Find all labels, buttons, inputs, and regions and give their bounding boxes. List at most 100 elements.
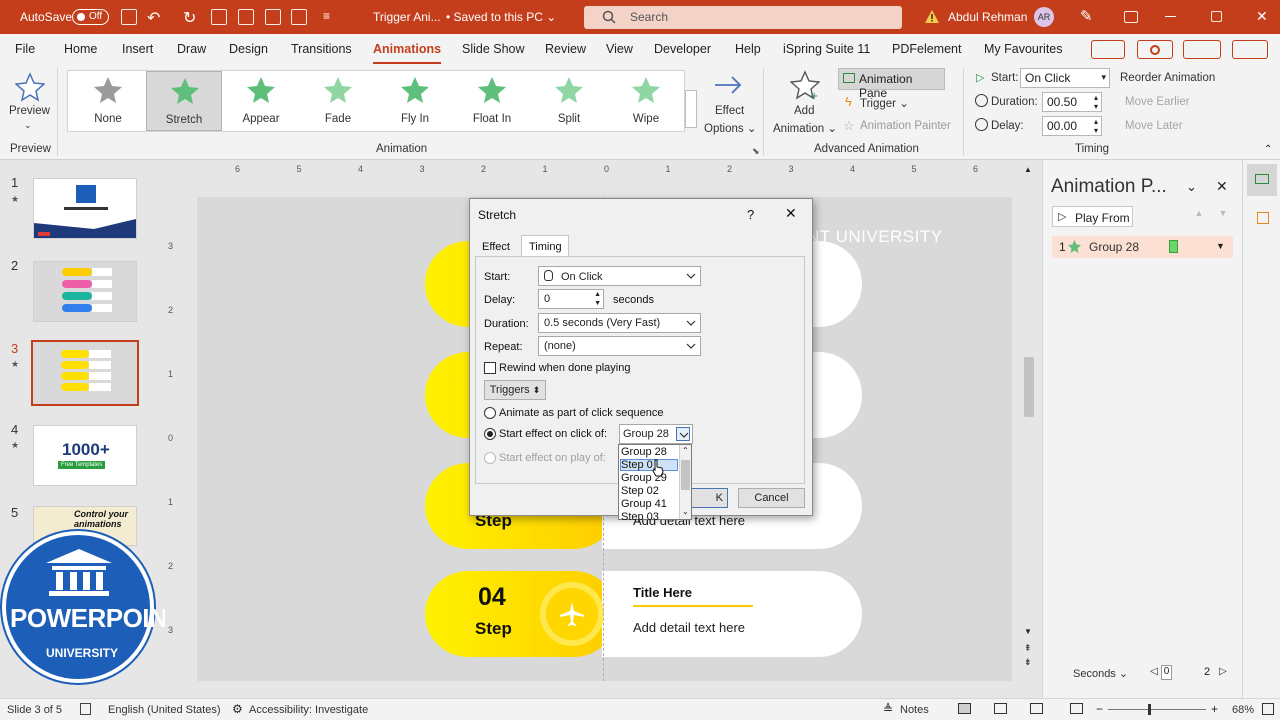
start-dropdown[interactable]: On Click xyxy=(538,266,701,286)
gallery-item-appear[interactable]: Appear xyxy=(223,71,299,131)
delay-spinner[interactable]: 00.00 ▴ ▾ xyxy=(1042,116,1102,136)
zoom-in-icon[interactable]: + xyxy=(1211,702,1218,716)
delay-spinner[interactable]: 0 ▲ ▼ xyxy=(538,289,604,309)
tab-pdfelement[interactable]: PDFelement xyxy=(892,42,961,56)
notes-button[interactable]: Notes xyxy=(900,704,929,716)
start-dropdown[interactable]: On Click ▾ xyxy=(1020,68,1110,88)
ribbon-display-icon[interactable] xyxy=(1124,11,1138,23)
tab-review[interactable]: Review xyxy=(545,42,586,56)
preview-star-icon[interactable] xyxy=(15,72,45,102)
redo-icon[interactable]: ↻ xyxy=(183,8,196,28)
gallery-item-wipe[interactable]: Wipe xyxy=(608,71,684,131)
language-status[interactable]: English (United States) xyxy=(108,704,221,716)
list-item[interactable]: Step 03 xyxy=(621,511,659,523)
strip-animation-button[interactable] xyxy=(1247,164,1277,196)
duration-spinner[interactable]: 00.50 ▴ ▾ xyxy=(1042,92,1102,112)
scroll-down-icon[interactable]: ▼ xyxy=(1024,627,1032,636)
zoom-level[interactable]: 68% xyxy=(1232,704,1254,716)
list-item-selected[interactable]: Step 0 xyxy=(621,459,653,471)
spell-check-icon[interactable] xyxy=(80,703,91,715)
move-down-icon[interactable]: ▼ xyxy=(1213,208,1233,226)
close-icon[interactable]: ✕ xyxy=(1256,8,1268,25)
slide-thumbnail-1[interactable] xyxy=(33,178,137,239)
scroll-up-icon[interactable]: ▲ xyxy=(1024,165,1032,174)
scroll-down-icon[interactable]: ⌄ xyxy=(682,507,689,516)
slide-thumbnail-3[interactable] xyxy=(31,340,139,406)
tab-my-favourites[interactable]: My Favourites xyxy=(984,42,1063,56)
list-item[interactable]: Group 41 xyxy=(621,498,667,510)
list-item[interactable]: Step 02 xyxy=(621,485,659,497)
tab-view[interactable]: View xyxy=(606,42,633,56)
notes-icon[interactable]: ≜ xyxy=(883,702,893,716)
zoom-slider-thumb[interactable] xyxy=(1148,704,1151,715)
trigger-button[interactable]: Trigger ⌄ xyxy=(860,96,909,110)
play-from-button[interactable]: ▷ Play From xyxy=(1052,206,1133,227)
search-box[interactable]: Search xyxy=(584,6,902,29)
user-name[interactable]: Abdul Rehman xyxy=(948,10,1027,24)
repeat-dropdown[interactable]: (none) xyxy=(538,336,701,356)
preview-button[interactable]: Preview xyxy=(9,105,50,117)
avatar[interactable]: AR xyxy=(1034,7,1054,27)
spinner-arrows-icon[interactable]: ▲ ▼ xyxy=(594,290,601,308)
slideshow-icon[interactable] xyxy=(1070,703,1083,714)
accessibility-status[interactable]: Accessibility: Investigate xyxy=(249,704,368,716)
animation-painter-button[interactable]: Animation Painter xyxy=(860,120,951,132)
minimize-icon[interactable] xyxy=(1165,16,1176,17)
pane-options-chevron-icon[interactable]: ⌄ xyxy=(1186,179,1197,195)
gallery-item-fade[interactable]: Fade xyxy=(300,71,376,131)
tab-design[interactable]: Design xyxy=(229,42,268,56)
editor-scrollbar[interactable]: ▲ ▼ ⇞ ⇟ xyxy=(1022,163,1038,667)
spinner-arrows-icon[interactable]: ▴ ▾ xyxy=(1094,117,1098,135)
gallery-scroll[interactable] xyxy=(685,90,697,128)
effect-options-arrow-icon[interactable] xyxy=(712,72,744,98)
duration-dropdown[interactable]: 0.5 seconds (Very Fast) xyxy=(538,313,701,333)
autosave-toggle[interactable]: Off xyxy=(72,9,109,25)
move-later-button[interactable]: Move Later xyxy=(1125,120,1183,132)
record-icon[interactable] xyxy=(1137,40,1173,59)
slide-thumbnail-4[interactable]: 1000+ Free Templates xyxy=(33,425,137,486)
new-slide-icon[interactable] xyxy=(238,9,254,25)
teams-icon[interactable] xyxy=(1183,40,1221,59)
move-up-icon[interactable]: ▲ xyxy=(1189,208,1209,226)
radio-start-on-click[interactable] xyxy=(484,428,496,440)
cancel-button[interactable]: Cancel xyxy=(738,488,805,508)
tab-ispring[interactable]: iSpring Suite 11 xyxy=(783,42,870,56)
present-icon[interactable] xyxy=(211,9,227,25)
seconds-dropdown[interactable]: Seconds ⌄ xyxy=(1073,667,1128,680)
triggers-button[interactable]: Triggers ⬍ xyxy=(484,380,546,400)
tab-file[interactable]: File xyxy=(15,42,35,56)
save-icon[interactable] xyxy=(121,9,137,25)
animation-list-item[interactable]: 1 Group 28 ▼ xyxy=(1052,236,1233,258)
radio-click-sequence[interactable] xyxy=(484,407,496,419)
share-icon[interactable] xyxy=(1232,40,1268,59)
chevron-down-icon[interactable] xyxy=(676,427,690,441)
maximize-icon[interactable] xyxy=(1211,11,1222,22)
tab-draw[interactable]: Draw xyxy=(177,42,206,56)
step-card-4[interactable] xyxy=(602,571,862,657)
scroll-thumb[interactable] xyxy=(681,460,690,490)
tab-animations[interactable]: Animations xyxy=(373,42,442,65)
add-animation-star-icon[interactable]: + xyxy=(790,70,820,100)
accessibility-icon[interactable]: ⚙ xyxy=(232,702,243,716)
gallery-item-fly-in[interactable]: Fly In xyxy=(377,71,453,131)
tab-transitions[interactable]: Transitions xyxy=(291,42,352,56)
comments-icon[interactable] xyxy=(1091,40,1125,59)
scroll-thumb[interactable] xyxy=(1024,357,1034,417)
tab-effect[interactable]: Effect xyxy=(482,241,510,253)
tab-slide-show[interactable]: Slide Show xyxy=(462,42,525,56)
radio-start-on-play[interactable] xyxy=(484,452,496,464)
selection-pane-icon[interactable] xyxy=(1257,212,1269,224)
gallery-item-split[interactable]: Split xyxy=(531,71,607,131)
rewind-checkbox[interactable] xyxy=(484,362,496,374)
zoom-slider[interactable] xyxy=(1108,709,1206,710)
list-item[interactable]: Group 28 xyxy=(621,446,667,458)
tab-developer[interactable]: Developer xyxy=(654,42,711,56)
preview-chevron-icon[interactable]: ⌄ xyxy=(24,120,32,131)
normal-view-icon[interactable] xyxy=(958,703,971,714)
next-slide-icon[interactable]: ⇟ xyxy=(1024,657,1032,668)
animation-pane-button[interactable]: Animation Pane xyxy=(838,68,945,100)
customize-toolbar-icon[interactable]: ≡ xyxy=(323,9,330,23)
trigger-object-dropdown[interactable]: Group 28 xyxy=(619,424,693,444)
format-painter-icon[interactable] xyxy=(291,9,307,25)
slide-sorter-icon[interactable] xyxy=(994,703,1007,714)
